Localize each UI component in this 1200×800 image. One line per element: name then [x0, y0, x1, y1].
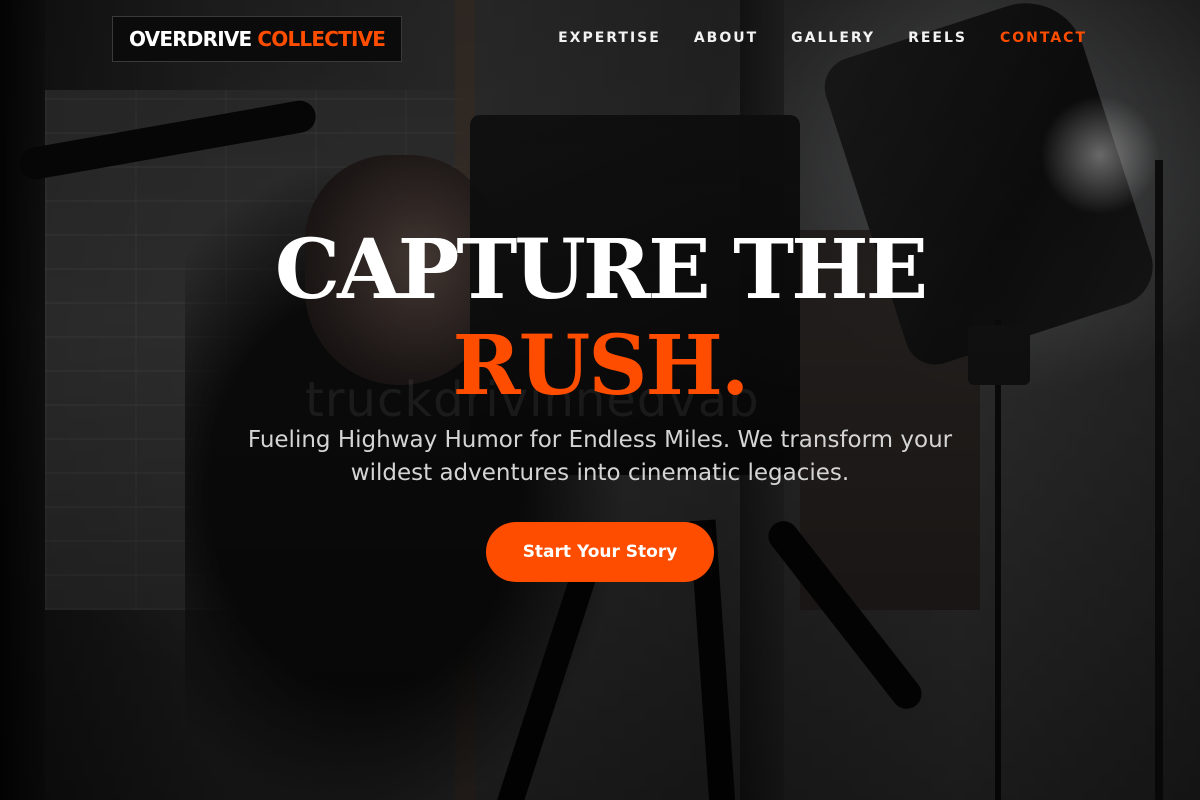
start-your-story-button[interactable]: Start Your Story [486, 522, 714, 582]
brand-name: OVERDRIVE [129, 27, 252, 51]
top-nav: OVERDRIVE COLLECTIVE EXPERTISE ABOUT GAL… [0, 0, 1200, 80]
brand-logo[interactable]: OVERDRIVE COLLECTIVE [112, 16, 403, 62]
nav-link-gallery[interactable]: GALLERY [791, 30, 875, 46]
hero-title: CAPTURE THE RUSH. [0, 222, 1200, 414]
brand-name-accent: COLLECTIVE [257, 27, 386, 51]
nav-link-reels[interactable]: REELS [908, 30, 967, 46]
hero-subtitle: Fueling Highway Humor for Endless Miles.… [247, 427, 953, 486]
hero-title-line2: RUSH. [452, 318, 750, 414]
nav-link-contact[interactable]: CONTACT [1000, 30, 1087, 46]
nav-menu: EXPERTISE ABOUT GALLERY REELS CONTACT [558, 30, 1087, 46]
hero-section: OVERDRIVE COLLECTIVE EXPERTISE ABOUT GAL… [0, 0, 1200, 800]
nav-link-about[interactable]: ABOUT [694, 30, 758, 46]
nav-link-expertise[interactable]: EXPERTISE [558, 30, 661, 46]
hero-title-line1: CAPTURE THE [274, 222, 928, 318]
